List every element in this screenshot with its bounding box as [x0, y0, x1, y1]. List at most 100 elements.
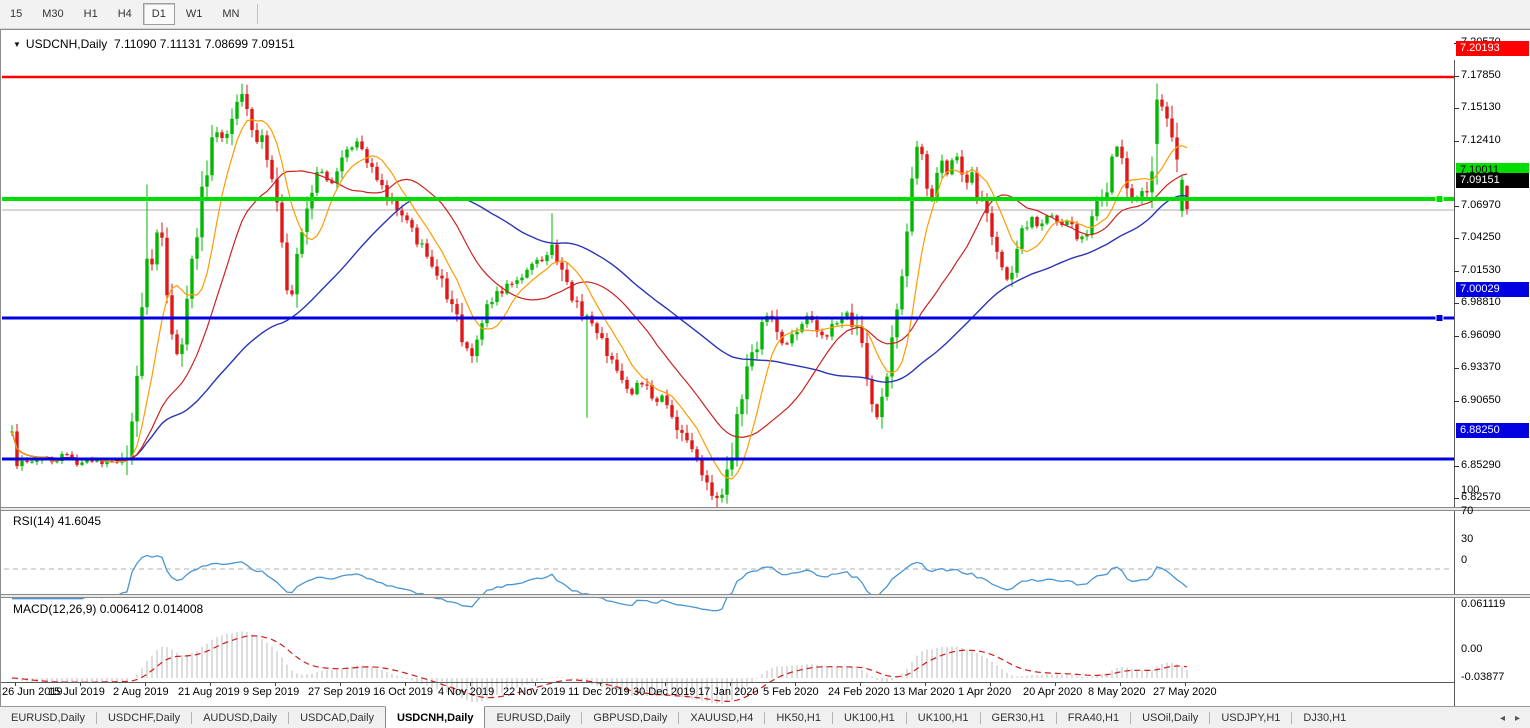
- macd-splitter[interactable]: [1, 594, 1530, 598]
- chart-tab-xauusd[interactable]: XAUUSD,H4: [679, 707, 764, 728]
- price-tick-mark: [1454, 141, 1459, 142]
- candle-body: [680, 430, 683, 433]
- candle-body: [200, 187, 203, 238]
- price-tick-label: 7.17850: [1461, 69, 1501, 81]
- candle-body: [415, 228, 418, 245]
- candle-body: [260, 135, 263, 142]
- macd-axis-label: 0.00: [1461, 643, 1482, 655]
- rsi-level-label: 100: [1461, 484, 1479, 496]
- candle-body: [155, 232, 158, 264]
- chart-tab-ger30[interactable]: GER30,H1: [981, 707, 1056, 728]
- candle-body: [760, 322, 763, 349]
- price-axis-divider: [1454, 60, 1455, 712]
- candle-body: [295, 254, 298, 294]
- candle-body: [995, 237, 998, 252]
- candle-body: [1030, 217, 1033, 227]
- candle-body: [975, 172, 978, 198]
- candle-body: [605, 338, 608, 356]
- chart-tab-uk100[interactable]: UK100,H1: [833, 707, 906, 728]
- candle-body: [425, 243, 428, 256]
- candle-body: [990, 213, 993, 237]
- candle-body: [475, 340, 478, 356]
- candle-body: [440, 276, 443, 279]
- candle-body: [400, 211, 403, 216]
- candle-body: [470, 348, 473, 356]
- rsi-name: RSI(14): [13, 514, 54, 528]
- date-axis-label: 15 Jul 2019: [48, 686, 105, 698]
- candle-body: [690, 440, 693, 449]
- candle-body: [1160, 100, 1163, 107]
- chart-tab-eurusd[interactable]: EURUSD,Daily: [485, 707, 581, 728]
- price-tick-label: 7.06970: [1461, 199, 1501, 211]
- rsi-level-label: 30: [1461, 533, 1473, 545]
- chart-tab-uk100[interactable]: UK100,H1: [907, 707, 980, 728]
- candle-body: [1095, 200, 1098, 216]
- tab-scroll-buttons: ◂▸: [1490, 707, 1530, 728]
- candle-body: [485, 304, 488, 323]
- candle-body: [745, 366, 748, 399]
- date-axis-label: 5 Feb 2020: [763, 686, 819, 698]
- timeframe-button-15[interactable]: 15: [1, 3, 31, 25]
- rsi-level-label: 70: [1461, 505, 1473, 517]
- chart-tab-hk50[interactable]: HK50,H1: [765, 707, 832, 728]
- tab-scroll-right-icon[interactable]: ▸: [1515, 713, 1520, 724]
- timeframe-button-h4[interactable]: H4: [109, 3, 141, 25]
- chart-tab-usdjpy[interactable]: USDJPY,H1: [1210, 707, 1291, 728]
- candle-body: [830, 324, 833, 337]
- chart-tab-eurusd[interactable]: EURUSD,Daily: [0, 707, 96, 728]
- date-axis-label: 27 May 2020: [1153, 686, 1217, 698]
- chart-tab-audusd[interactable]: AUDUSD,Daily: [192, 707, 288, 728]
- rsi-splitter[interactable]: [1, 507, 1530, 511]
- rsi-indicator-canvas[interactable]: [2, 540, 1454, 622]
- candle-body: [435, 266, 438, 275]
- candle-body: [1035, 217, 1038, 226]
- candle-body: [480, 323, 483, 339]
- date-axis-label: 11 Dec 2019: [568, 686, 630, 698]
- chart-tab-usdcad[interactable]: USDCAD,Daily: [289, 707, 385, 728]
- chart-tab-gbpusd[interactable]: GBPUSD,Daily: [582, 707, 678, 728]
- candle-body: [220, 132, 223, 138]
- candle-body: [300, 232, 303, 254]
- timeframe-button-d1[interactable]: D1: [143, 3, 175, 25]
- price-tick-label: 6.98810: [1461, 296, 1501, 308]
- price-tick-mark: [1454, 76, 1459, 77]
- tab-scroll-left-icon[interactable]: ◂: [1500, 713, 1505, 724]
- chart-window: ▼USDCNH,Daily 7.11090 7.11131 7.08699 7.…: [0, 29, 1530, 706]
- candle-body: [550, 245, 553, 255]
- chart-tab-fra40[interactable]: FRA40,H1: [1057, 707, 1130, 728]
- price-tick-label: 6.90650: [1461, 394, 1501, 406]
- macd-indicator-canvas[interactable]: [2, 627, 1454, 711]
- candle-body: [1110, 157, 1113, 193]
- price-chart-canvas[interactable]: [2, 60, 1454, 536]
- candle-body: [305, 209, 308, 232]
- candle-body: [455, 304, 458, 314]
- price-tick-mark: [1454, 206, 1459, 207]
- collapse-chart-icon[interactable]: ▼: [13, 40, 21, 49]
- price-tick-mark: [1454, 498, 1459, 499]
- price-tick-mark: [1454, 368, 1459, 369]
- candle-body: [225, 134, 228, 138]
- date-axis-label: 21 Aug 2019: [178, 686, 240, 698]
- candle-body: [350, 148, 353, 150]
- timeframe-button-m30[interactable]: M30: [33, 3, 72, 25]
- candle-body: [820, 332, 823, 336]
- chart-tab-usdcnh[interactable]: USDCNH,Daily: [385, 706, 485, 728]
- date-axis-label: 17 Jan 2020: [698, 686, 759, 698]
- timeframe-button-w1[interactable]: W1: [177, 3, 212, 25]
- candle-body: [615, 360, 618, 371]
- candle-body: [530, 264, 533, 270]
- candle-body: [30, 462, 33, 463]
- price-tick-mark: [1454, 466, 1459, 467]
- rsi-level-label: 0: [1461, 554, 1467, 566]
- candle-body: [375, 167, 378, 180]
- timeframe-button-h1[interactable]: H1: [75, 3, 107, 25]
- chart-tab-usdchf[interactable]: USDCHF,Daily: [97, 707, 191, 728]
- chart-tab-usoil[interactable]: USOil,Daily: [1131, 707, 1209, 728]
- date-axis-label: 24 Feb 2020: [828, 686, 890, 698]
- candle-body: [210, 137, 213, 175]
- candle-body: [1120, 147, 1123, 158]
- candle-body: [1115, 147, 1118, 157]
- chart-tab-dj30[interactable]: DJ30,H1: [1292, 707, 1357, 728]
- timeframe-button-mn[interactable]: MN: [213, 3, 248, 25]
- candle-body: [230, 119, 233, 134]
